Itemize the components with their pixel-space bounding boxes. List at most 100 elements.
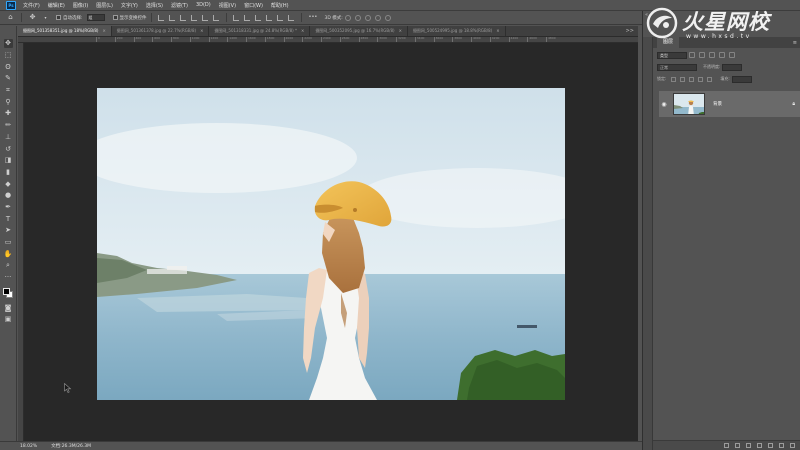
quick-select-tool-icon[interactable]: ✎	[4, 74, 13, 83]
pen-tool-icon[interactable]: ✒	[4, 203, 13, 212]
zoom-tool-icon[interactable]: ⌕	[4, 261, 13, 270]
menu-item[interactable]: 视图(V)	[215, 2, 240, 9]
close-tab-icon[interactable]: ×	[200, 28, 203, 33]
smart-object-filter-icon[interactable]	[729, 52, 735, 58]
3d-orbit-icon[interactable]	[344, 14, 351, 21]
menu-item[interactable]: 图像(I)	[69, 2, 92, 9]
path-select-tool-icon[interactable]: ➤	[4, 226, 13, 235]
move-tool-icon[interactable]: ✥	[3, 39, 13, 49]
menu-item[interactable]: 窗口(W)	[240, 2, 267, 9]
new-layer-icon[interactable]	[779, 443, 784, 448]
add-mask-icon[interactable]	[746, 443, 751, 448]
lock-all-icon[interactable]	[707, 76, 713, 82]
close-tab-icon[interactable]: ×	[496, 28, 499, 33]
close-tab-icon[interactable]: ×	[301, 28, 304, 33]
history-brush-tool-icon[interactable]: ↺	[4, 145, 13, 154]
align-bottom-icon[interactable]	[213, 14, 220, 21]
lasso-tool-icon[interactable]: ʘ	[4, 63, 13, 72]
blend-mode-dropdown[interactable]: 正常	[657, 63, 697, 71]
quick-mask-button-icon[interactable]: ◙	[4, 304, 13, 313]
distribute-top-icon[interactable]	[266, 14, 273, 21]
document-info[interactable]: 文档:26.3M/26.3M	[51, 443, 91, 449]
lock-transparency-icon[interactable]	[671, 76, 677, 82]
close-tab-icon[interactable]: ×	[399, 28, 402, 33]
fill-input[interactable]	[731, 75, 752, 83]
crop-tool-icon[interactable]: ⌗	[4, 86, 13, 95]
document-tab[interactable]: 摄图网_501361378.jpg @ 22.7%(RGB/8) ×	[111, 26, 210, 36]
blur-tool-icon[interactable]: ◆	[4, 180, 13, 189]
align-right-icon[interactable]	[180, 14, 187, 21]
layer-name[interactable]: 背景	[713, 101, 722, 107]
menu-item[interactable]: 帮助(H)	[267, 2, 293, 9]
distribute-left-icon[interactable]	[233, 14, 240, 21]
kind-filter-dropdown[interactable]: 类型	[657, 51, 687, 59]
pixel-filter-icon[interactable]	[689, 52, 695, 58]
document-tab[interactable]: 摄图网_500524995.jpg @ 18.8%(RGB/8) ×	[407, 26, 506, 36]
visibility-eye-icon[interactable]: ◉	[659, 101, 669, 108]
menu-item[interactable]: 3D(D)	[192, 2, 215, 9]
align-center-icon[interactable]	[169, 14, 176, 21]
hand-tool-icon[interactable]: ✋	[4, 250, 13, 259]
tab-overflow-icon[interactable]: >>	[622, 26, 638, 36]
type-filter-icon[interactable]	[709, 52, 715, 58]
3d-roll-icon[interactable]	[354, 14, 361, 21]
shape-tool-icon[interactable]: ▭	[4, 238, 13, 247]
zoom-level[interactable]: 18.02%	[20, 444, 37, 449]
eyedropper-tool-icon[interactable]: ⚲	[4, 98, 13, 107]
distribute-middle-icon[interactable]	[277, 14, 284, 21]
menu-item[interactable]: 编辑(E)	[44, 2, 69, 9]
more-options-icon[interactable]: •••	[309, 14, 318, 21]
foreground-color-swatch[interactable]	[3, 288, 10, 296]
document-tab[interactable]: 摄图网_501358351.jpg @ 18%(RGB/8) ×	[18, 26, 112, 36]
layer-style-icon[interactable]	[735, 443, 740, 448]
canvas-workspace[interactable]	[24, 43, 638, 441]
move-tool-icon[interactable]: ✥	[29, 14, 36, 21]
document-canvas-photo[interactable]	[97, 88, 565, 400]
edit-toolbar-icon[interactable]: ···	[4, 273, 13, 282]
screen-mode-button-icon[interactable]: ▣	[4, 315, 13, 324]
3d-scale-icon[interactable]	[384, 14, 391, 21]
align-left-icon[interactable]	[158, 14, 165, 21]
document-tab[interactable]: 摄图网_501318331.jpg @ 24.8%(RGB/8) * ×	[209, 26, 311, 36]
dodge-tool-icon[interactable]: ●	[4, 191, 13, 200]
menu-item[interactable]: 文件(F)	[19, 2, 44, 9]
delete-layer-icon[interactable]	[790, 443, 795, 448]
marquee-tool-icon[interactable]: ⬚	[4, 51, 13, 60]
distribute-center-icon[interactable]	[244, 14, 251, 21]
align-top-icon[interactable]	[191, 14, 198, 21]
menu-item[interactable]: 选择(S)	[142, 2, 167, 9]
chevron-down-icon[interactable]: ▾	[42, 14, 49, 21]
document-tab[interactable]: 摄图网_500352095.jpg @ 16.7%(RGB/8) ×	[310, 26, 408, 36]
link-layers-icon[interactable]	[724, 443, 729, 448]
distribute-right-icon[interactable]	[255, 14, 262, 21]
distribute-bottom-icon[interactable]	[288, 14, 295, 21]
align-middle-icon[interactable]	[202, 14, 209, 21]
auto-select-dropdown[interactable]: 组	[86, 14, 105, 21]
shape-filter-icon[interactable]	[719, 52, 725, 58]
home-icon[interactable]: ⌂	[7, 14, 14, 21]
healing-brush-tool-icon[interactable]: ✚	[4, 109, 13, 118]
3d-slide-icon[interactable]	[374, 14, 381, 21]
eraser-tool-icon[interactable]: ◨	[4, 156, 13, 165]
clone-stamp-tool-icon[interactable]: ⊥	[4, 133, 13, 142]
new-group-icon[interactable]	[768, 443, 773, 448]
gradient-tool-icon[interactable]: ▮	[4, 168, 13, 177]
adjustment-filter-icon[interactable]	[699, 52, 705, 58]
lock-artboard-icon[interactable]	[698, 76, 704, 82]
menu-item[interactable]: 滤镜(T)	[167, 2, 192, 9]
lock-position-icon[interactable]	[689, 76, 695, 82]
menu-item[interactable]: 图层(L)	[92, 2, 117, 9]
adjustment-layer-icon[interactable]	[757, 443, 762, 448]
3d-pan-icon[interactable]	[364, 14, 371, 21]
layer-lock-icon[interactable]: 🔒︎	[792, 101, 795, 107]
brush-tool-icon[interactable]: ✏	[4, 121, 13, 130]
color-swatches[interactable]	[2, 287, 14, 299]
opacity-input[interactable]	[722, 63, 743, 71]
menu-item[interactable]: 文字(Y)	[117, 2, 142, 9]
layer-row-background[interactable]: ◉ 背景 🔒︎	[659, 91, 800, 117]
auto-select-checkbox[interactable]	[56, 15, 61, 20]
lock-pixels-icon[interactable]	[680, 76, 686, 82]
close-tab-icon[interactable]: ×	[102, 28, 105, 33]
show-transform-checkbox[interactable]	[112, 15, 118, 20]
type-tool-icon[interactable]: T	[4, 215, 13, 224]
